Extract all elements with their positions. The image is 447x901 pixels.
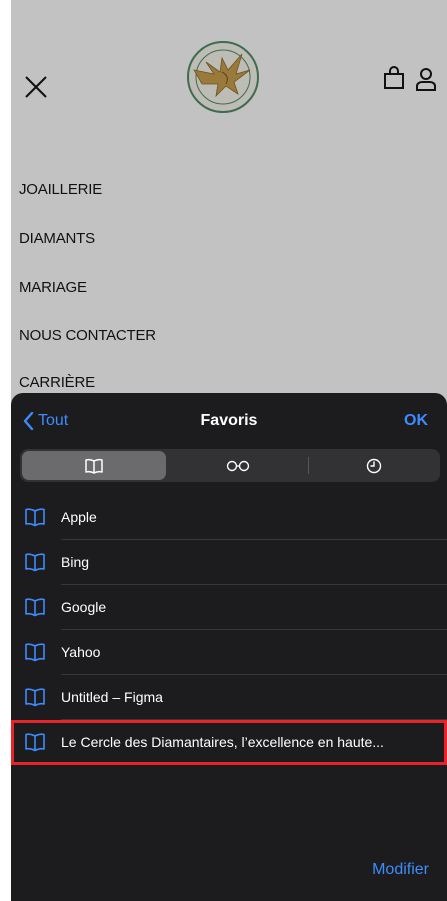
list-item[interactable]: Bing (11, 540, 447, 585)
menu-item-carriere[interactable]: CARRIÈRE (19, 374, 95, 391)
bookmark-book-icon (25, 643, 45, 662)
shopping-bag-icon (384, 66, 404, 89)
menu-item-nous-contacter[interactable]: NOUS CONTACTER (19, 327, 156, 344)
tab-reading-list[interactable] (168, 451, 308, 480)
brand-logo[interactable] (186, 40, 260, 114)
sheet-header: Tout Favoris OK (11, 393, 447, 449)
bookmark-book-icon (25, 688, 45, 707)
modify-button[interactable]: Modifier (372, 861, 429, 879)
list-item[interactable]: Untitled – Figma (11, 675, 447, 720)
bookmark-label: Untitled – Figma (61, 689, 163, 705)
menu-item-joaillerie[interactable]: JOAILLERIE (19, 181, 102, 198)
list-item[interactable]: Yahoo (11, 630, 447, 675)
sheet-title: Favoris (200, 412, 258, 429)
history-clock-icon (366, 458, 381, 473)
list-item-highlighted[interactable]: Le Cercle des Diamantaires, l’excellence… (11, 720, 447, 765)
bookmark-label: Bing (61, 554, 90, 570)
bookmark-book-icon (25, 508, 45, 527)
close-icon (25, 76, 47, 98)
tab-bookmarks[interactable] (22, 451, 166, 480)
book-icon (85, 458, 103, 474)
frame: JOAILLERIE DIAMANTS MARIAGE NOUS CONTACT… (0, 0, 447, 901)
bookmarks-sheet: Tout Favoris OK Apple Bing Google Yahoo … (11, 393, 447, 901)
bookmarks-segmented-control (20, 449, 440, 482)
eagle-logo-icon (187, 41, 259, 113)
ok-button[interactable]: OK (404, 412, 428, 430)
menu-item-mariage[interactable]: MARIAGE (19, 279, 87, 296)
phone-screen: JOAILLERIE DIAMANTS MARIAGE NOUS CONTACT… (11, 0, 447, 901)
tab-history[interactable] (309, 451, 438, 480)
bookmark-book-icon (25, 733, 45, 752)
menu-item-diamants[interactable]: DIAMANTS (19, 230, 95, 247)
bookmarks-list: Apple Bing Google Yahoo Untitled – Figma… (11, 495, 447, 765)
bookmark-label: Apple (61, 509, 97, 525)
bookmark-book-icon (25, 553, 45, 572)
reading-list-glasses-icon (226, 460, 250, 471)
user-icon (416, 68, 436, 91)
bookmark-label: Yahoo (61, 644, 101, 660)
list-item[interactable]: Google (11, 585, 447, 630)
close-menu-button[interactable] (23, 74, 49, 100)
list-item[interactable]: Apple (11, 495, 447, 540)
bookmark-label: Google (61, 599, 107, 615)
bookmark-label: Le Cercle des Diamantaires, l’excellence… (61, 734, 384, 750)
account-button[interactable] (414, 66, 438, 92)
shopping-bag-button[interactable] (383, 66, 405, 90)
bookmark-book-icon (25, 598, 45, 617)
